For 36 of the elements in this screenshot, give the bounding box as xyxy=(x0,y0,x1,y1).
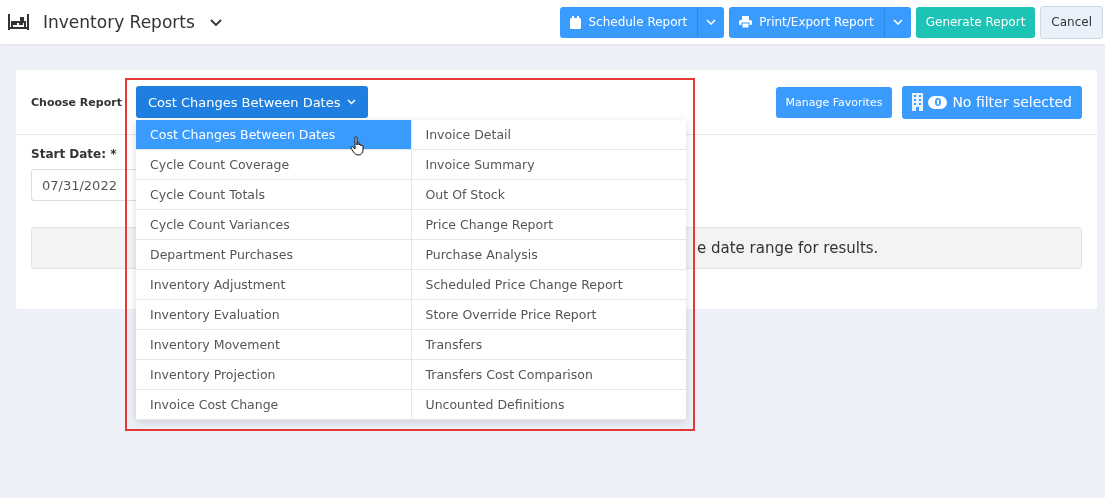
menu-item[interactable]: Out Of Stock xyxy=(411,180,686,210)
menu-item[interactable]: Purchase Analysis xyxy=(411,240,686,270)
menu-item[interactable]: Cycle Count Variances xyxy=(136,210,411,240)
menu-item[interactable]: Price Change Report xyxy=(411,210,686,240)
menu-item[interactable]: Transfers Cost Comparison xyxy=(411,360,686,390)
menu-item[interactable]: Transfers xyxy=(411,330,686,360)
report-dropdown[interactable]: Cost Changes Between Dates xyxy=(135,86,369,118)
chevron-down-icon[interactable] xyxy=(208,17,223,27)
menu-item[interactable]: Department Purchases xyxy=(136,240,411,270)
menu-item[interactable]: Invoice Cost Change xyxy=(136,390,411,420)
menu-item[interactable]: Inventory Evaluation xyxy=(136,300,411,330)
menu-item[interactable]: Scheduled Price Change Report xyxy=(411,270,686,300)
dropdown-toggle[interactable] xyxy=(883,6,911,38)
chevron-down-icon xyxy=(347,99,357,105)
warehouse-icon xyxy=(8,14,29,30)
menu-item[interactable]: Inventory Adjustment xyxy=(136,270,411,300)
menu-item[interactable]: Store Override Price Report xyxy=(411,300,686,330)
page-title: Inventory Reports xyxy=(43,12,195,32)
caret-icon xyxy=(892,19,903,25)
hand-cursor-icon xyxy=(350,136,366,156)
menu-item[interactable]: Invoice Summary xyxy=(411,150,686,180)
count-badge: 0 xyxy=(928,95,948,109)
cancel-button[interactable]: Cancel xyxy=(1040,5,1103,39)
calendar-icon xyxy=(570,15,582,29)
caret-icon xyxy=(706,19,717,25)
building-icon xyxy=(912,93,924,111)
menu-item[interactable]: Cycle Count Totals xyxy=(136,180,411,210)
menu-item[interactable]: Inventory Movement xyxy=(136,330,411,360)
menu-item[interactable]: Uncounted Definitions xyxy=(411,390,686,420)
field-label: Start Date: * xyxy=(31,147,117,161)
dropdown-toggle[interactable] xyxy=(697,6,725,38)
menu-item[interactable]: Inventory Projection xyxy=(136,360,411,390)
printer-icon xyxy=(739,16,753,28)
message-text: e date range for results. xyxy=(697,239,879,257)
field-label: Choose Report xyxy=(31,95,122,109)
menu-item[interactable]: Invoice Detail xyxy=(411,120,686,150)
